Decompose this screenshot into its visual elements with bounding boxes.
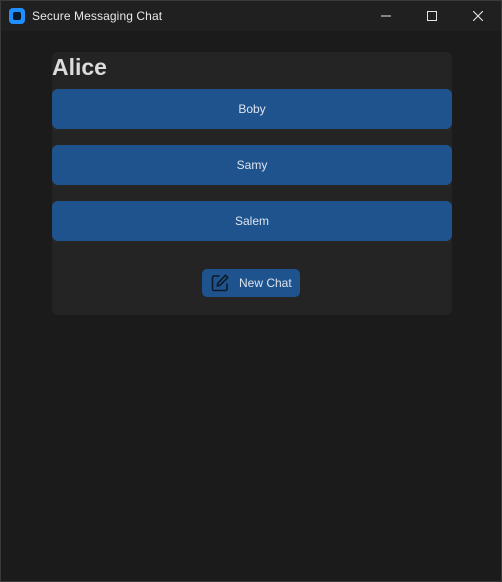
edit-icon: [210, 273, 230, 293]
window-controls: [363, 1, 501, 31]
maximize-button[interactable]: [409, 1, 455, 31]
minimize-button[interactable]: [363, 1, 409, 31]
minimize-icon: [381, 15, 391, 17]
new-chat-label: New Chat: [239, 276, 292, 290]
contact-button-boby[interactable]: Boby: [52, 89, 452, 129]
contacts-panel: Alice Boby Samy Salem New Chat: [52, 52, 452, 315]
new-chat-button[interactable]: New Chat: [202, 269, 300, 297]
close-icon: [473, 11, 483, 21]
close-button[interactable]: [455, 1, 501, 31]
contact-label: Samy: [236, 158, 268, 172]
app-window: Secure Messaging Chat Alice Boby Samy Sa…: [0, 0, 502, 582]
current-user-name: Alice: [52, 54, 107, 80]
contact-button-samy[interactable]: Samy: [52, 145, 452, 185]
contact-label: Salem: [234, 214, 269, 228]
title-bar[interactable]: Secure Messaging Chat: [1, 1, 501, 31]
maximize-icon: [427, 11, 437, 21]
contact-label: Boby: [238, 102, 266, 116]
contact-button-salem[interactable]: Salem: [52, 201, 452, 241]
window-title: Secure Messaging Chat: [32, 9, 163, 23]
app-icon: [9, 8, 25, 24]
